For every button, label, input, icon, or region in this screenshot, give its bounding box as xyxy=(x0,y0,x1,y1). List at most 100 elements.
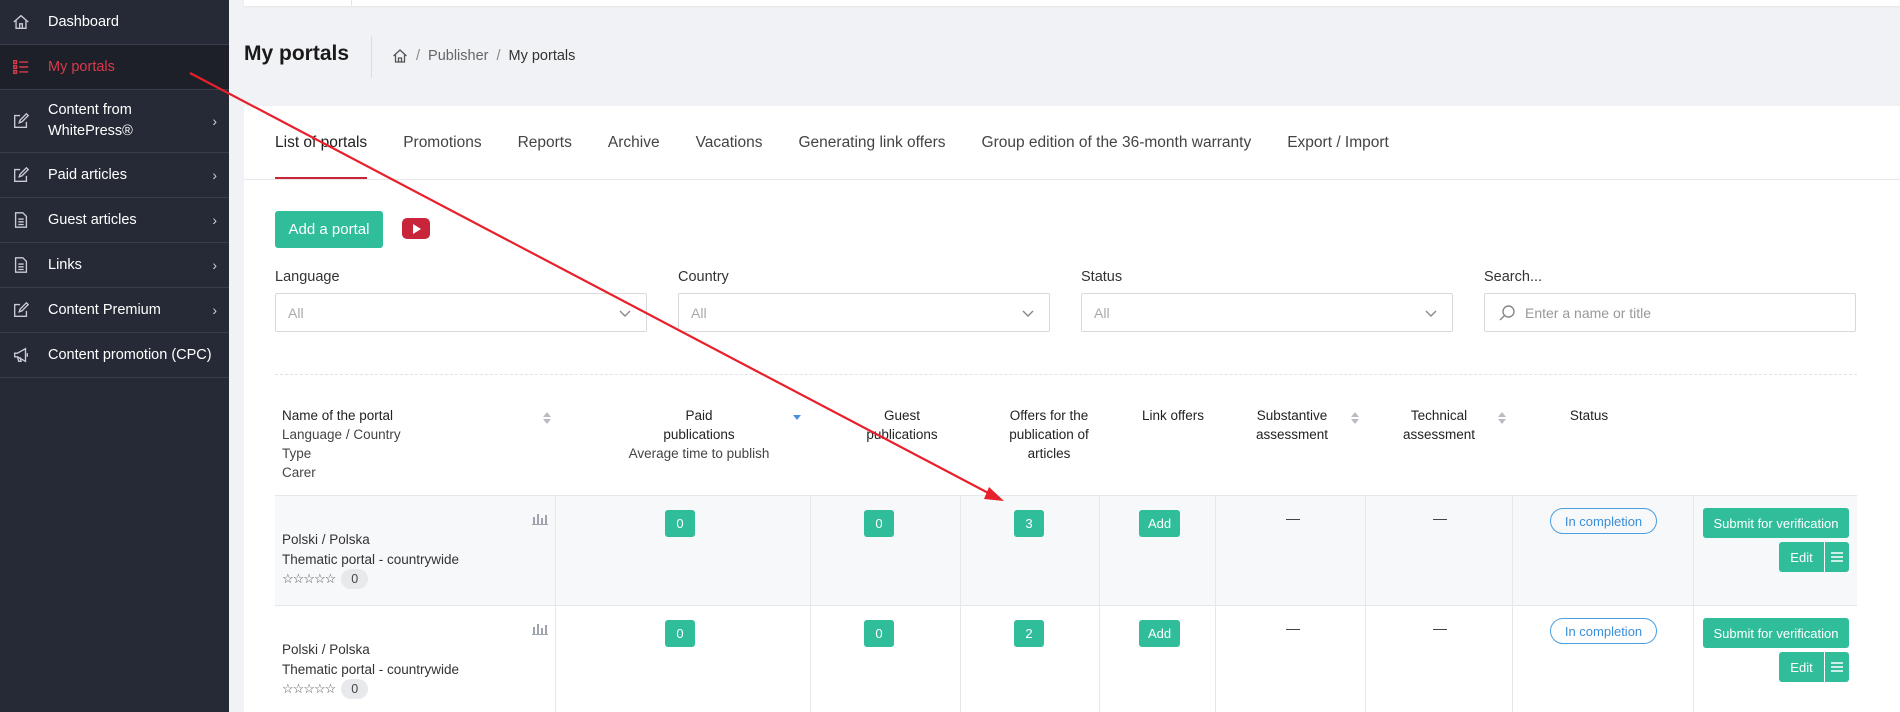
youtube-icon[interactable] xyxy=(402,218,430,239)
column-divider xyxy=(1215,496,1216,606)
home-icon xyxy=(11,12,31,32)
country-select[interactable]: All xyxy=(678,293,1050,332)
sidebar-item-content-promotion[interactable]: Content promotion (CPC) xyxy=(0,333,229,378)
edit-button[interactable]: Edit xyxy=(1779,542,1824,572)
edit-icon xyxy=(11,111,31,131)
table-row: Polski / Polska Thematic portal - countr… xyxy=(275,496,1857,606)
breadcrumb-publisher[interactable]: Publisher xyxy=(428,48,488,64)
header-technical-label: Technical xyxy=(1410,408,1468,423)
add-portal-button[interactable]: Add a portal xyxy=(275,211,383,248)
header-technical[interactable]: Technical assessment xyxy=(1389,406,1489,444)
status-badge: In completion xyxy=(1550,508,1657,534)
document-icon xyxy=(11,210,31,230)
tab-generating-link-offers[interactable]: Generating link offers xyxy=(798,106,945,179)
bar-chart-icon[interactable] xyxy=(532,512,548,525)
chevron-right-icon: › xyxy=(212,302,217,318)
chevron-down-icon xyxy=(1021,306,1035,320)
tab-export-import[interactable]: Export / Import xyxy=(1287,106,1389,179)
edit-icon xyxy=(11,300,31,320)
column-divider xyxy=(555,496,556,606)
header-status-label: Status xyxy=(1569,408,1609,423)
sidebar-item-label: My portals xyxy=(48,58,115,75)
home-icon[interactable] xyxy=(392,48,408,64)
sidebar: Dashboard My portals Content from WhiteP… xyxy=(0,0,229,712)
top-bar xyxy=(244,0,1900,6)
search-box xyxy=(1484,293,1856,332)
sidebar-item-paid-articles[interactable]: Paid articles › xyxy=(0,153,229,198)
header-guest-publications[interactable]: Guest publications xyxy=(812,406,992,444)
header-type: Type xyxy=(282,446,312,461)
column-divider xyxy=(1512,496,1513,606)
sort-desc-icon[interactable] xyxy=(793,412,801,424)
tab-group-edition-warranty[interactable]: Group edition of the 36-month warranty xyxy=(982,106,1252,179)
header-portal-name-label: Name of the portal xyxy=(282,408,394,423)
language-select[interactable]: All xyxy=(275,293,647,332)
technical-assessment-empty xyxy=(1433,629,1447,630)
sidebar-item-guest-articles[interactable]: Guest articles › xyxy=(0,198,229,243)
guest-publications-count[interactable]: 0 xyxy=(864,510,894,537)
sidebar-item-my-portals[interactable]: My portals xyxy=(0,45,229,90)
add-link-offer-button[interactable]: Add xyxy=(1139,620,1181,647)
column-divider xyxy=(1512,606,1513,712)
column-divider xyxy=(810,496,811,606)
portal-language-country: Polski / Polska xyxy=(282,642,370,657)
tab-promotions[interactable]: Promotions xyxy=(403,106,481,179)
tab-reports[interactable]: Reports xyxy=(518,106,572,179)
paid-publications-count[interactable]: 0 xyxy=(665,510,695,537)
portal-info: Polski / Polska Thematic portal - countr… xyxy=(282,640,459,699)
header-substantive-label: Substantive xyxy=(1256,408,1328,423)
star-rating-icon: ☆☆☆☆☆ xyxy=(282,571,336,587)
sort-icon[interactable] xyxy=(543,412,551,424)
portal-rating: ☆☆☆☆☆ 0 xyxy=(282,679,459,699)
add-link-offer-button[interactable]: Add xyxy=(1139,510,1181,537)
tab-list-of-portals[interactable]: List of portals xyxy=(275,106,368,180)
main-card: List of portals Promotions Reports Archi… xyxy=(244,106,1900,712)
submit-for-verification-button[interactable]: Submit for verification xyxy=(1703,618,1849,648)
chevron-right-icon: › xyxy=(212,257,217,273)
tab-archive[interactable]: Archive xyxy=(608,106,660,179)
page-title: My portals xyxy=(244,42,350,65)
megaphone-icon xyxy=(11,345,31,365)
header-offers-label: Offers for the xyxy=(1009,408,1089,423)
column-divider xyxy=(810,606,811,712)
offers-count[interactable]: 2 xyxy=(1014,620,1044,647)
sort-icon[interactable] xyxy=(1351,412,1359,424)
portal-type: Thematic portal - countrywide xyxy=(282,661,460,677)
column-divider xyxy=(1365,606,1366,712)
bar-chart-icon[interactable] xyxy=(532,622,548,635)
sidebar-item-label: Guest articles xyxy=(48,211,137,228)
sort-icon[interactable] xyxy=(1498,412,1506,424)
sidebar-item-content-whitepress[interactable]: Content from WhitePress® › xyxy=(0,90,229,153)
status-select-value: All xyxy=(1094,304,1110,321)
status-select[interactable]: All xyxy=(1081,293,1453,332)
search-input[interactable] xyxy=(1525,304,1825,321)
header-guest-label-2: publications xyxy=(866,427,938,442)
chevron-down-icon xyxy=(1424,306,1438,320)
tab-vacations[interactable]: Vacations xyxy=(696,106,763,179)
header-substantive[interactable]: Substantive assessment xyxy=(1242,406,1342,444)
header-offers-label-2: publication of xyxy=(1009,427,1089,442)
offers-count[interactable]: 3 xyxy=(1014,510,1044,537)
chevron-down-icon xyxy=(618,306,632,320)
header-portal-name[interactable]: Name of the portal Language / Country Ty… xyxy=(282,406,401,482)
guest-publications-count[interactable]: 0 xyxy=(864,620,894,647)
table-row: Polski / Polska Thematic portal - countr… xyxy=(275,606,1857,712)
search-filter-label: Search... xyxy=(1484,269,1543,285)
substantive-assessment-empty xyxy=(1286,519,1300,520)
sidebar-item-content-premium[interactable]: Content Premium › xyxy=(0,288,229,333)
edit-icon xyxy=(11,165,31,185)
submit-for-verification-button[interactable]: Submit for verification xyxy=(1703,508,1849,538)
header-language-country: Language / Country xyxy=(282,427,401,442)
document-icon xyxy=(11,255,31,275)
breadcrumb-current: My portals xyxy=(508,48,576,64)
portal-info: Polski / Polska Thematic portal - countr… xyxy=(282,530,459,589)
language-filter: Language All xyxy=(275,269,647,332)
technical-assessment-empty xyxy=(1433,519,1447,520)
menu-icon[interactable] xyxy=(1825,652,1849,682)
sidebar-item-dashboard[interactable]: Dashboard xyxy=(0,0,229,45)
paid-publications-count[interactable]: 0 xyxy=(665,620,695,647)
edit-button[interactable]: Edit xyxy=(1779,652,1824,682)
chevron-right-icon: › xyxy=(212,167,217,183)
sidebar-item-links[interactable]: Links › xyxy=(0,243,229,288)
menu-icon[interactable] xyxy=(1825,542,1849,572)
